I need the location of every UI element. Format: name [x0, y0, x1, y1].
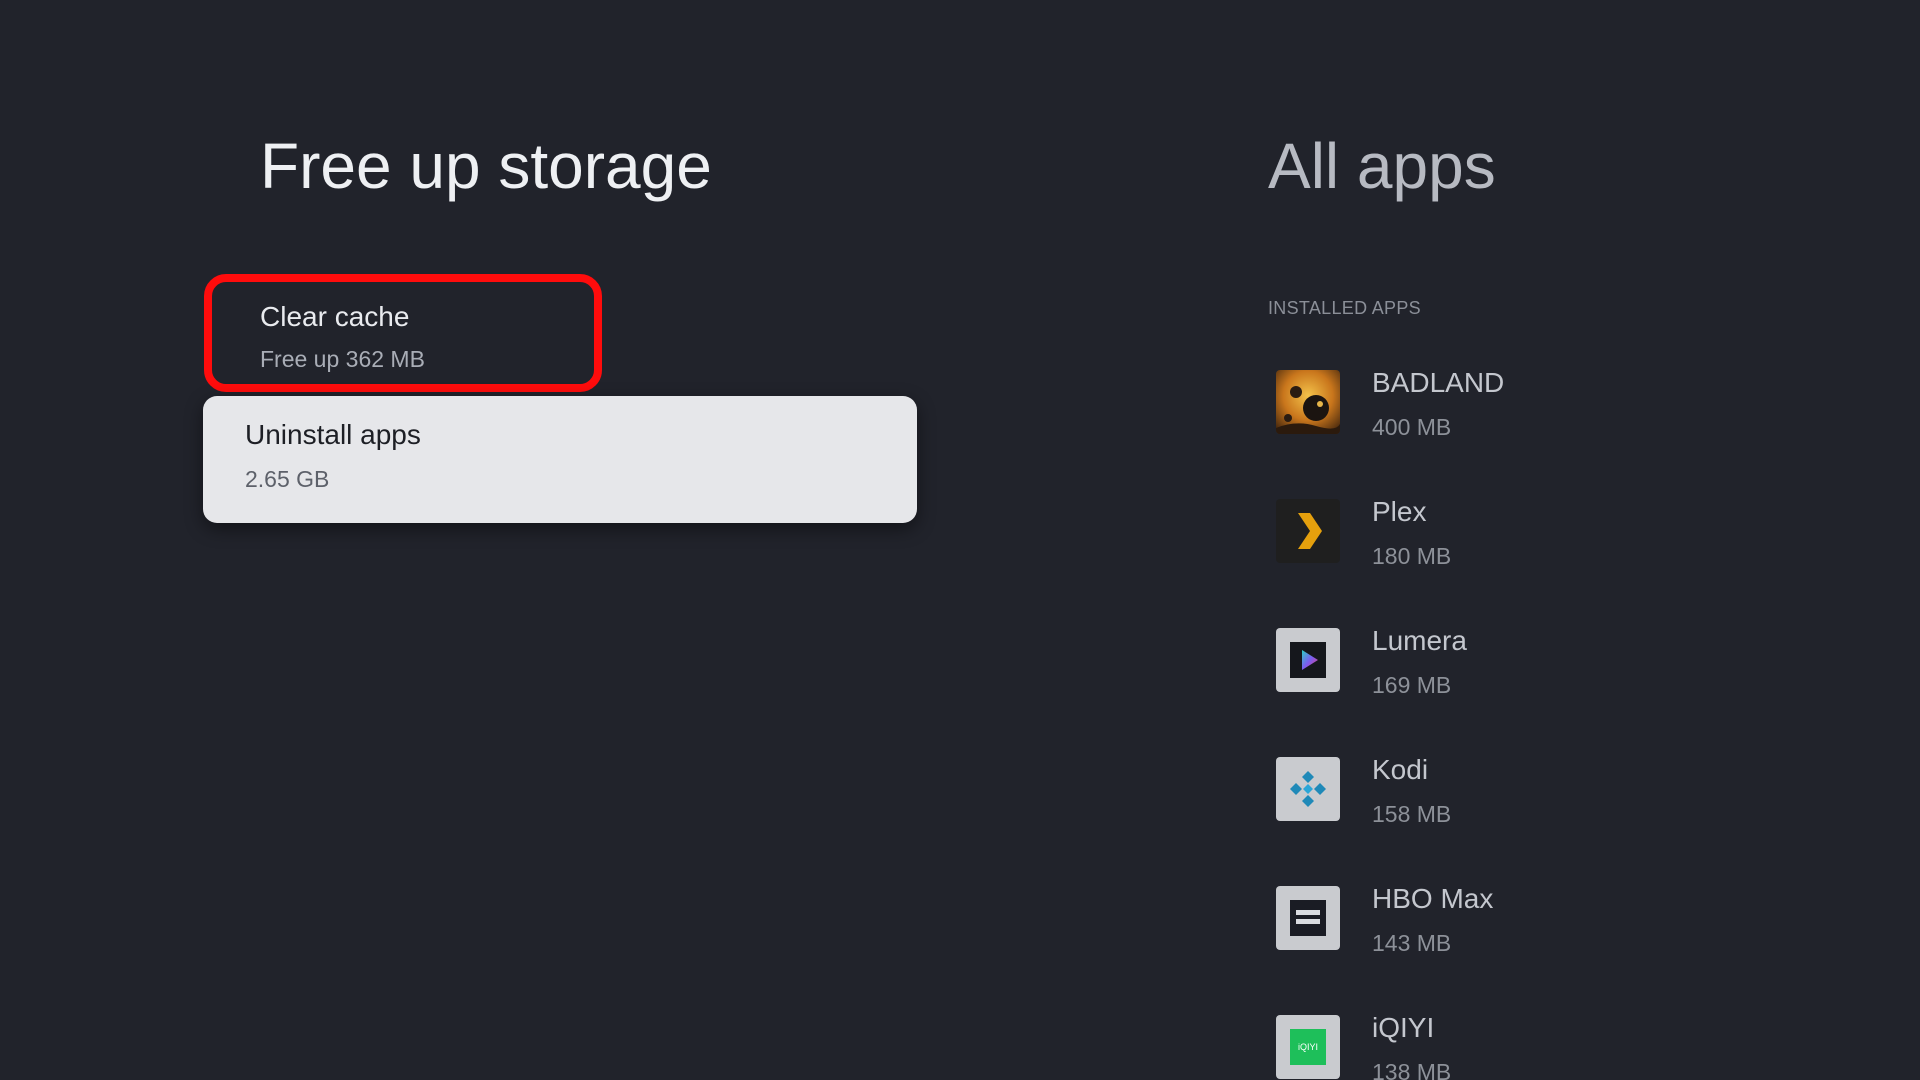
iqiyi-icon-text: iQIYI [1298, 1042, 1318, 1052]
app-size: 158 MB [1372, 801, 1452, 827]
app-name: BADLAND [1372, 367, 1505, 398]
clear-cache-subtitle: Free up 362 MB [260, 346, 425, 372]
installed-apps-header: INSTALLED APPS [1268, 298, 1421, 318]
app-item-kodi[interactable]: Kodi 158 MB [1268, 747, 1868, 876]
storage-screen: Free up storage Clear cache Free up 362 … [0, 0, 1920, 1080]
app-name: Plex [1372, 496, 1427, 527]
app-item-iqiyi[interactable]: iQIYI iQIYI 138 MB [1268, 1005, 1868, 1080]
clear-cache-title: Clear cache [260, 301, 410, 332]
page-title: Free up storage [260, 130, 712, 202]
installed-apps-list: BADLAND 400 MB Plex 180 MB Lumera 169 MB… [1268, 360, 1868, 1080]
plex-icon [1276, 499, 1340, 563]
app-item-lumera[interactable]: Lumera 169 MB [1268, 618, 1868, 747]
app-name: iQIYI [1372, 1012, 1435, 1043]
hbo-max-icon [1276, 886, 1340, 950]
badland-icon [1276, 370, 1340, 434]
app-item-plex[interactable]: Plex 180 MB [1268, 489, 1868, 618]
app-size: 180 MB [1372, 543, 1452, 569]
all-apps-title: All apps [1268, 130, 1496, 202]
kodi-icon [1276, 757, 1340, 821]
uninstall-apps-option[interactable]: Uninstall apps 2.65 GB [203, 396, 917, 523]
app-size: 400 MB [1372, 414, 1452, 440]
iqiyi-icon: iQIYI [1276, 1015, 1340, 1079]
app-item-badland[interactable]: BADLAND 400 MB [1268, 360, 1868, 489]
app-item-hbo-max[interactable]: HBO Max 143 MB [1268, 876, 1868, 1005]
lumera-icon [1276, 628, 1340, 692]
app-name: Lumera [1372, 625, 1467, 656]
uninstall-apps-subtitle: 2.65 GB [245, 466, 330, 492]
uninstall-apps-title: Uninstall apps [245, 419, 421, 450]
clear-cache-option[interactable]: Clear cache Free up 362 MB [204, 274, 602, 392]
app-size: 138 MB [1372, 1059, 1452, 1080]
app-name: HBO Max [1372, 883, 1494, 914]
app-size: 169 MB [1372, 672, 1452, 698]
app-size: 143 MB [1372, 930, 1452, 956]
app-name: Kodi [1372, 754, 1429, 785]
